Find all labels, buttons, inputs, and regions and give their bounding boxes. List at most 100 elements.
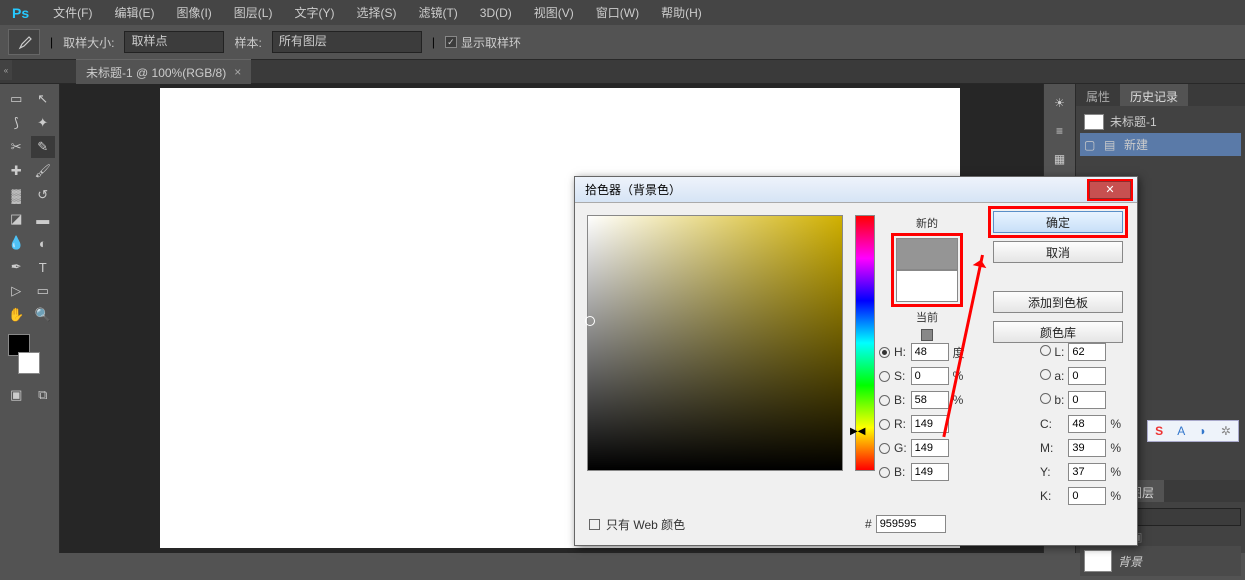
dialog-title: 拾色器（背景色） [585,181,681,198]
new-color-swatch[interactable] [896,238,958,270]
ps-logo: Ps [8,5,41,21]
current-tool-icon[interactable] [8,29,40,55]
hex-input[interactable] [876,515,946,533]
move-tool[interactable]: ↖ [31,88,56,110]
color-picker-dialog: 拾色器（背景色） ✕ ▶◀ 新的 当前 确定 取消 添加到色板 [574,176,1138,546]
input-y[interactable] [1068,463,1106,481]
history-step[interactable]: ▢ ▤ 新建 [1080,133,1241,156]
magic-wand-tool[interactable]: ✦ [31,112,56,134]
input-g[interactable] [911,439,949,457]
ime-moon-icon[interactable]: ◗ [1199,424,1206,438]
sample-size-select[interactable]: 取样点 [124,31,224,53]
background-swatch[interactable] [18,352,40,374]
healing-tool[interactable]: ✚ [4,160,29,182]
menu-filter[interactable]: 滤镜(T) [408,0,467,25]
eyedropper-tool[interactable]: ✎ [31,136,56,158]
show-sampling-ring[interactable]: ✓ 显示取样环 [445,34,521,51]
ime-tray[interactable]: S A ◗ ✲ [1147,420,1239,442]
menu-select[interactable]: 选择(S) [346,0,406,25]
hex-prefix: # [865,517,872,531]
websafe-warn-icon[interactable] [921,329,933,341]
menu-type[interactable]: 文字(Y) [284,0,344,25]
radio-s[interactable] [879,371,890,382]
new-doc-icon: ▢ [1084,138,1098,152]
swatches-panel-icon[interactable]: ▦ [1049,148,1071,170]
menu-help[interactable]: 帮助(H) [651,0,712,25]
web-only-checkbox[interactable] [589,519,600,530]
current-color-swatch[interactable] [896,270,958,302]
web-only-label: 只有 Web 颜色 [606,516,685,533]
tab-close-icon[interactable]: × [234,65,241,79]
input-l[interactable] [1068,343,1106,361]
collapse-strip-icon[interactable]: « [0,60,12,80]
styles-panel-icon[interactable]: ≡ [1049,120,1071,142]
color-field-cursor-icon [585,316,595,326]
menu-layer[interactable]: 图层(L) [224,0,283,25]
screenmode-tool[interactable]: ⧉ [31,384,56,406]
menu-image[interactable]: 图像(I) [166,0,221,25]
document-tab-title: 未标题-1 @ 100%(RGB/8) [86,64,226,81]
marquee-tool[interactable]: ▭ [4,88,29,110]
stamp-tool[interactable]: ▓ [4,184,29,206]
brush-tool[interactable]: 🖌 [31,160,56,182]
sample-size-label: 取样大小: [63,34,114,51]
radio-h[interactable] [879,347,890,358]
radio-lb[interactable] [1040,393,1051,404]
input-h[interactable] [911,343,949,361]
hand-tool[interactable]: ✋ [4,304,29,326]
dialog-close-button[interactable]: ✕ [1089,181,1131,199]
path-select-tool[interactable]: ▷ [4,280,29,302]
shape-tool[interactable]: ▭ [31,280,56,302]
menu-window[interactable]: 窗口(W) [586,0,649,25]
document-tab-bar: 未标题-1 @ 100%(RGB/8) × [0,60,1245,84]
fg-bg-swatches[interactable] [8,334,48,374]
adjustments-panel-icon[interactable]: ☀ [1049,92,1071,114]
sample-select[interactable]: 所有图层 [272,31,422,53]
history-brush-tool[interactable]: ↺ [31,184,56,206]
cancel-button[interactable]: 取消 [993,241,1123,263]
ime-gear-icon[interactable]: ✲ [1221,424,1231,438]
menu-3d[interactable]: 3D(D) [470,2,522,24]
hue-slider[interactable]: ▶◀ [855,215,875,471]
color-field[interactable] [587,215,843,471]
type-tool[interactable]: T [31,256,56,278]
zoom-tool[interactable]: 🔍 [31,304,56,326]
menu-file[interactable]: 文件(F) [43,0,102,25]
radio-b[interactable] [879,395,890,406]
ime-a-icon[interactable]: A [1177,424,1185,438]
input-bv[interactable] [911,391,949,409]
blur-tool[interactable]: 💧 [4,232,29,254]
crop-tool[interactable]: ✂ [4,136,29,158]
menu-view[interactable]: 视图(V) [524,0,584,25]
layer-row-bg[interactable]: 背景 [1080,546,1241,576]
add-swatch-button[interactable]: 添加到色板 [993,291,1123,313]
lasso-tool[interactable]: ⟆ [4,112,29,134]
radio-r[interactable] [879,419,890,430]
input-m[interactable] [1068,439,1106,457]
ok-button[interactable]: 确定 [993,211,1123,233]
color-libraries-button[interactable]: 颜色库 [993,321,1123,343]
properties-tab[interactable]: 属性 [1076,84,1120,106]
quickmask-tool[interactable]: ▣ [4,384,29,406]
radio-a[interactable] [1040,369,1051,380]
layer-thumb-icon [1084,550,1112,572]
input-bb[interactable] [911,463,949,481]
input-lb[interactable] [1068,391,1106,409]
input-c[interactable] [1068,415,1106,433]
input-s[interactable] [911,367,949,385]
dialog-titlebar[interactable]: 拾色器（背景色） ✕ [575,177,1137,203]
pen-tool[interactable]: ✒ [4,256,29,278]
menu-edit[interactable]: 编辑(E) [104,0,164,25]
eraser-tool[interactable]: ◪ [4,208,29,230]
document-tab[interactable]: 未标题-1 @ 100%(RGB/8) × [76,59,251,85]
input-a[interactable] [1068,367,1106,385]
history-snapshot[interactable]: 未标题-1 [1080,110,1241,133]
ime-s-icon[interactable]: S [1155,424,1163,438]
radio-l[interactable] [1040,345,1051,356]
input-k[interactable] [1068,487,1106,505]
history-tab[interactable]: 历史记录 [1120,84,1188,106]
radio-g[interactable] [879,443,890,454]
radio-bb[interactable] [879,467,890,478]
dodge-tool[interactable]: ◐ [31,232,56,254]
gradient-tool[interactable]: ▬ [31,208,56,230]
